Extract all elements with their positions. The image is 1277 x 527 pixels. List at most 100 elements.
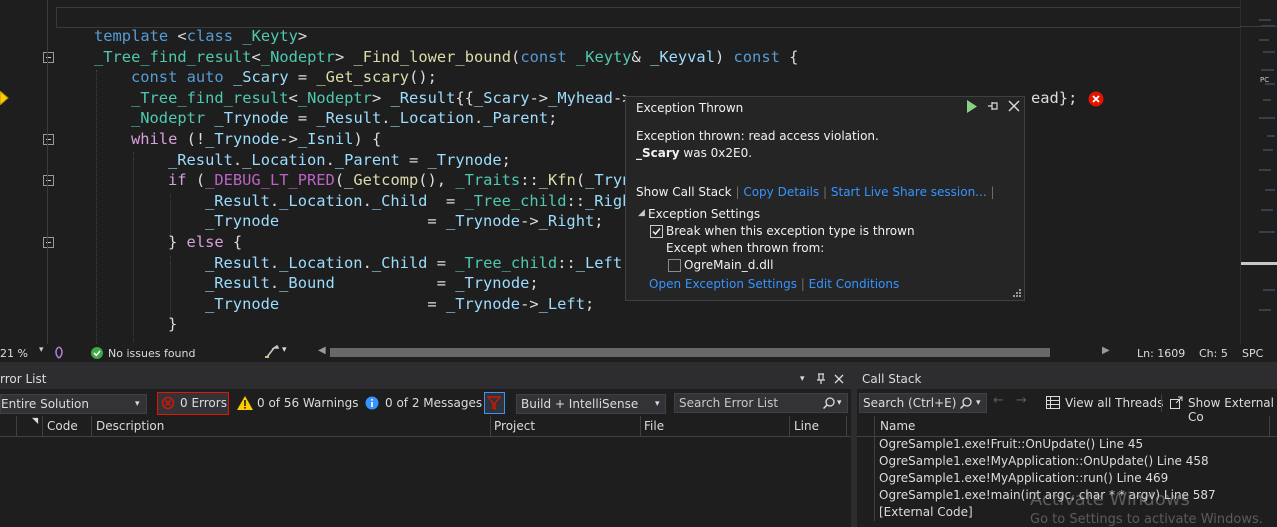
continue-play-icon[interactable]: [966, 100, 978, 113]
errors-filter-button[interactable]: 0 Errors: [157, 392, 229, 415]
call-stack-frame[interactable]: OgreSample1.exe!Fruit::OnUpdate() Line 4…: [857, 436, 1277, 453]
fold-toggle[interactable]: [43, 134, 54, 145]
exception-message: Exception thrown: read access violation.: [636, 129, 879, 143]
call-stack-titlebar[interactable]: Call Stack: [857, 369, 1277, 389]
activation-watermark-subtitle: Go to Settings to activate Windows.: [1030, 512, 1263, 527]
exception-footer-links: Open Exception Settings | Edit Condition…: [649, 277, 900, 291]
back-arrow-icon[interactable]: ←: [993, 393, 1004, 408]
column-name[interactable]: Name: [880, 419, 915, 433]
scroll-right-icon[interactable]: ▶: [1102, 345, 1110, 356]
column-line[interactable]: Line: [794, 419, 819, 433]
close-icon[interactable]: [1008, 100, 1020, 112]
intellicode-icon[interactable]: [53, 346, 65, 359]
code-token: _Result: [168, 150, 233, 169]
code-token: <: [251, 47, 261, 66]
code-line[interactable]: _Trynode = _Trynode->_Left;: [205, 294, 594, 315]
code-token: .: [269, 253, 280, 272]
zoom-level[interactable]: 21 %: [0, 347, 28, 360]
code-token: _Nodeptr: [297, 88, 372, 107]
edit-conditions-link[interactable]: Edit Conditions: [809, 277, 900, 291]
search-options-icon[interactable]: ▾: [976, 394, 981, 412]
code-line[interactable]: _Result._Location._Child = _Tree_child::…: [205, 191, 641, 212]
show-call-stack-link[interactable]: Show Call Stack: [636, 185, 732, 199]
scroll-left-icon[interactable]: ◀: [318, 345, 326, 356]
call-stack-panel: Call Stack Search (Ctrl+E) ▾ ← → View al…: [857, 369, 1277, 527]
search-icon[interactable]: [823, 397, 835, 409]
forward-arrow-icon[interactable]: →: [1016, 393, 1027, 408]
code-token: _DEBUG_LT_PRED: [205, 171, 335, 190]
fold-toggle[interactable]: [43, 237, 54, 248]
code-token: .: [232, 150, 243, 169]
code-token: _Trynode: [205, 130, 280, 148]
code-token: =: [427, 191, 465, 210]
filter-button[interactable]: [484, 392, 505, 414]
column-file[interactable]: File: [644, 419, 664, 433]
search-icon[interactable]: [960, 397, 972, 409]
code-line[interactable]: _Result._Location._Parent = _Trynode;: [168, 150, 511, 171]
view-all-threads-button[interactable]: View all Threads: [1065, 396, 1163, 410]
column-project[interactable]: Project: [494, 419, 535, 433]
code-line[interactable]: template <class _Keyty>: [94, 26, 307, 47]
copy-details-link[interactable]: Copy Details: [743, 185, 819, 199]
code-line[interactable]: while (!_Trynode->_Isnil) {: [131, 129, 381, 150]
pin-icon[interactable]: [986, 99, 1000, 113]
error-list-titlebar[interactable]: rror List ▾: [0, 369, 851, 389]
build-filter-dropdown[interactable]: Build + IntelliSense ▾: [516, 394, 666, 414]
code-token: ->: [520, 212, 539, 231]
code-line[interactable]: const auto _Scary = _Get_scary();: [131, 67, 437, 88]
exception-settings-header[interactable]: Exception Settings: [648, 207, 760, 221]
fold-toggle[interactable]: [43, 52, 54, 63]
code-token: .: [381, 109, 391, 128]
pin-icon[interactable]: [816, 373, 826, 385]
open-exception-settings-link[interactable]: Open Exception Settings: [649, 277, 797, 291]
code-line[interactable]: _Result._Location._Child = _Tree_child::…: [205, 253, 631, 274]
zoom-dropdown-icon[interactable]: ▾: [39, 345, 44, 355]
minimap[interactable]: PC: [1240, 0, 1277, 344]
search-options-icon[interactable]: ▾: [837, 394, 842, 412]
call-stack-search-box[interactable]: Search (Ctrl+E) ▾: [859, 393, 987, 413]
column-code[interactable]: Code: [47, 419, 78, 433]
code-line[interactable]: _Trynode = _Trynode->_Right;: [205, 211, 604, 232]
code-line[interactable]: if (_DEBUG_LT_PRED(_Getcomp(), _Traits::…: [168, 170, 631, 191]
scope-dropdown[interactable]: Entire Solution ▾: [0, 394, 147, 414]
exception-helper-popup: Exception Thrown Exception thrown: read …: [625, 96, 1025, 301]
resize-grip-icon[interactable]: [1012, 288, 1022, 298]
code-token: ;: [584, 294, 595, 313]
messages-filter-button[interactable]: 0 of 2 Messages: [385, 396, 482, 410]
module-checkbox[interactable]: [668, 259, 681, 272]
sort-icon[interactable]: ◥: [32, 416, 38, 425]
window-position-icon[interactable]: ▾: [800, 369, 805, 389]
collapse-triangle-icon[interactable]: ◢: [638, 208, 645, 218]
issues-status[interactable]: No issues found: [108, 347, 195, 360]
external-code-icon: [1170, 396, 1183, 409]
code-line[interactable]: }: [168, 314, 177, 335]
code-line[interactable]: _Tree_find_result<_Nodeptr> _Result{{_Sc…: [131, 88, 632, 109]
code-token: _Bound: [279, 274, 335, 293]
threads-grid-icon: [1046, 396, 1060, 409]
horizontal-scrollbar-thumb[interactable]: [330, 348, 1050, 357]
call-stack-frame[interactable]: OgreSample1.exe!MyApplication::run() Lin…: [857, 470, 1277, 487]
code-token: ->: [279, 130, 298, 148]
call-stack-frame[interactable]: OgreSample1.exe!MyApplication::OnUpdate(…: [857, 453, 1277, 470]
warnings-filter-button[interactable]: 0 of 56 Warnings: [257, 396, 359, 410]
error-list-panel: rror List ▾ Entire Solution ▾ 0 Errors 0…: [0, 369, 851, 527]
column-description[interactable]: Description: [96, 419, 164, 433]
code-line[interactable]: _Result._Bound = _Trynode;: [205, 273, 539, 294]
code-token: .: [269, 191, 280, 210]
close-icon[interactable]: [834, 374, 844, 384]
cleanup-dropdown-icon[interactable]: ▾: [282, 345, 287, 355]
live-share-link[interactable]: Start Live Share session...: [831, 185, 987, 199]
column-indicator[interactable]: Ch: 5: [1199, 347, 1228, 360]
code-line[interactable]: _Nodeptr _Trynode = _Result._Location._P…: [131, 108, 557, 129]
code-line[interactable]: } else {: [168, 232, 242, 253]
whitespace-mode[interactable]: SPC: [1242, 347, 1263, 360]
line-indicator[interactable]: Ln: 1609: [1137, 347, 1185, 360]
brush-cleanup-icon[interactable]: [264, 345, 280, 359]
code-token: _Myhead: [548, 88, 613, 107]
break-checkbox[interactable]: [650, 225, 663, 238]
error-search-box[interactable]: Search Error List ▾: [674, 393, 848, 413]
code-line[interactable]: _Tree_find_result<_Nodeptr> _Find_lower_…: [94, 47, 798, 68]
code-token: ::: [557, 253, 576, 272]
code-token: _Left: [575, 253, 623, 272]
fold-toggle[interactable]: [43, 175, 54, 186]
